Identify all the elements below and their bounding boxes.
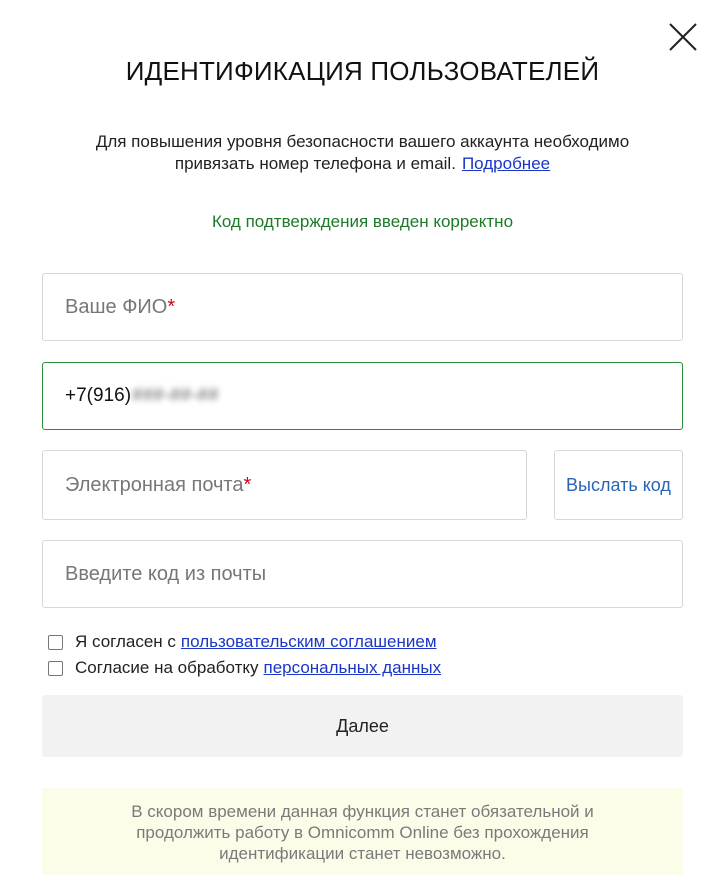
agreement-text: Я согласен с bbox=[75, 632, 176, 651]
agreement-consent-row: Я согласен с пользовательским соглашение… bbox=[48, 632, 437, 652]
email-placeholder: Электронная почта bbox=[65, 473, 244, 496]
notice-line-3: идентификации станет невозможно. bbox=[219, 844, 506, 863]
fio-input[interactable]: Ваше ФИО * bbox=[42, 273, 683, 341]
close-icon bbox=[669, 23, 697, 51]
success-message: Код подтверждения введен корректно bbox=[211, 212, 514, 231]
personal-data-checkbox[interactable] bbox=[48, 660, 63, 676]
email-code-placeholder: Введите код из почты bbox=[65, 562, 267, 585]
dialog-title: ИДЕНТИФИКАЦИЯ ПОЛЬЗОВАТЕЛЕЙ bbox=[125, 56, 600, 86]
personal-data-text: Согласие на обработку bbox=[75, 658, 259, 677]
close-button[interactable] bbox=[668, 22, 698, 52]
intro-text: Для повышения уровня безопасности вашего… bbox=[50, 131, 675, 175]
personal-data-consent-row: Согласие на обработку персональных данны… bbox=[48, 658, 441, 678]
intro-line-1: Для повышения уровня безопасности вашего… bbox=[95, 132, 630, 151]
fio-placeholder: Ваше ФИО bbox=[65, 295, 168, 318]
email-input[interactable]: Электронная почта * bbox=[42, 450, 527, 520]
email-code-input[interactable]: Введите код из почты bbox=[42, 540, 683, 608]
send-code-button[interactable]: Выслать код bbox=[554, 450, 683, 520]
personal-data-link[interactable]: персональных данных bbox=[264, 658, 442, 678]
phone-masked-value: ###-##-## bbox=[132, 385, 219, 406]
agreement-checkbox[interactable] bbox=[48, 634, 63, 650]
notice-line-1: В скором времени данная функция станет о… bbox=[131, 802, 594, 821]
next-button[interactable]: Далее bbox=[42, 695, 683, 757]
intro-line-2: привязать номер телефона и email. Подробн… bbox=[50, 153, 675, 175]
phone-value: +7(916) bbox=[65, 385, 132, 406]
required-mark: * bbox=[243, 473, 252, 496]
notice-line-2: продолжить работу в Omnicomm Online без … bbox=[136, 823, 589, 842]
more-info-link[interactable]: Подробнее bbox=[462, 154, 550, 173]
notice-banner: В скором времени данная функция станет о… bbox=[42, 788, 683, 875]
required-mark: * bbox=[167, 295, 176, 318]
intro-line-2-text: привязать номер телефона и email. bbox=[174, 154, 456, 173]
user-agreement-link[interactable]: пользовательским соглашением bbox=[181, 632, 437, 652]
phone-input[interactable]: +7(916) ###-##-## bbox=[42, 362, 683, 430]
